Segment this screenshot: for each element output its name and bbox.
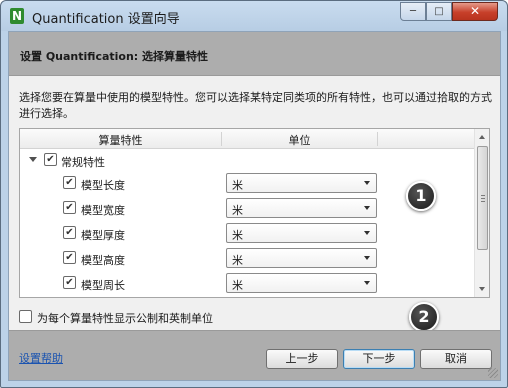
- unit-dropdown[interactable]: 米: [226, 198, 377, 218]
- unit-value: 米: [232, 279, 243, 292]
- collapse-triangle-icon[interactable]: [29, 157, 37, 162]
- row-checkbox[interactable]: [63, 176, 76, 189]
- vertical-scrollbar[interactable]: [474, 129, 489, 297]
- dropdown-arrow-icon: [364, 231, 370, 235]
- unit-dropdown[interactable]: 米: [226, 173, 377, 193]
- minimize-button[interactable]: ─: [400, 2, 426, 21]
- table-row: 模型周长 米: [20, 271, 475, 296]
- property-label: 模型宽度: [81, 204, 125, 217]
- group-label: 常规特性: [61, 156, 105, 169]
- dual-units-label[interactable]: 为每个算量特性显示公制和英制单位: [37, 310, 213, 326]
- grip-line: [481, 198, 485, 199]
- unit-dropdown[interactable]: 米: [226, 248, 377, 268]
- unit-dropdown[interactable]: 米: [226, 223, 377, 243]
- column-header-property[interactable]: 算量特性: [20, 132, 222, 147]
- row-checkbox[interactable]: [63, 276, 76, 289]
- cancel-button[interactable]: 取消: [420, 349, 492, 369]
- callout-badge-2: 2: [409, 302, 439, 332]
- property-label: 模型长度: [81, 179, 125, 192]
- grid-header: 算量特性 单位: [20, 129, 475, 149]
- instruction-text: 选择您要在算量中使用的模型特性。您可以选择某特定同类项的所有特性，也可以通过拾取…: [19, 91, 492, 120]
- wizard-window: N Quantification 设置向导 ─ □ ✕ 设置 Quantific…: [0, 0, 508, 388]
- unit-value: 米: [232, 254, 243, 267]
- unit-value: 米: [232, 204, 243, 217]
- table-row: 模型厚度 米: [20, 221, 475, 246]
- dropdown-arrow-icon: [364, 281, 370, 285]
- app-logo-icon: N: [10, 8, 24, 24]
- property-label: 模型周长: [81, 279, 125, 292]
- table-row: 模型高度 米: [20, 246, 475, 271]
- header-band: 设置 Quantification: 选择算量特性: [9, 32, 500, 76]
- wizard-client: 设置 Quantification: 选择算量特性 选择您要在算量中使用的模型特…: [8, 31, 501, 381]
- footer-band: 设置帮助 上一步 下一步 取消: [9, 330, 500, 380]
- next-button[interactable]: 下一步: [343, 349, 415, 369]
- resize-grip-icon[interactable]: [488, 368, 498, 378]
- scroll-up-icon[interactable]: [479, 135, 485, 139]
- group-row-general: 常规特性: [20, 149, 475, 171]
- maximize-icon: □: [434, 6, 444, 17]
- property-grid: 算量特性 单位 常规特性 模型长度 米 模型宽度 米: [19, 128, 490, 298]
- minimize-icon: ─: [409, 6, 417, 17]
- callout-badge-1: 1: [406, 181, 436, 211]
- row-checkbox[interactable]: [63, 251, 76, 264]
- dual-units-checkbox[interactable]: [19, 310, 32, 323]
- dropdown-arrow-icon: [364, 256, 370, 260]
- grip-line: [481, 201, 485, 202]
- unit-value: 米: [232, 179, 243, 192]
- close-button[interactable]: ✕: [452, 2, 498, 21]
- property-label: 模型高度: [81, 254, 125, 267]
- title-bar[interactable]: N Quantification 设置向导 ─ □ ✕: [1, 1, 507, 31]
- setup-help-link[interactable]: 设置帮助: [19, 350, 63, 366]
- dropdown-arrow-icon: [364, 206, 370, 210]
- window-title: Quantification 设置向导: [32, 12, 180, 27]
- unit-dropdown[interactable]: 米: [226, 273, 377, 293]
- scroll-thumb[interactable]: [477, 146, 488, 250]
- maximize-button[interactable]: □: [426, 2, 452, 21]
- property-label: 模型厚度: [81, 229, 125, 242]
- close-icon: ✕: [469, 4, 481, 18]
- scroll-down-icon[interactable]: [479, 287, 485, 291]
- grip-line: [481, 195, 485, 196]
- column-header-unit[interactable]: 单位: [222, 132, 378, 147]
- group-checkbox[interactable]: [44, 153, 57, 166]
- row-checkbox[interactable]: [63, 226, 76, 239]
- dropdown-arrow-icon: [364, 181, 370, 185]
- page-heading: 设置 Quantification: 选择算量特性: [20, 50, 209, 63]
- row-checkbox[interactable]: [63, 201, 76, 214]
- back-button[interactable]: 上一步: [266, 349, 338, 369]
- unit-value: 米: [232, 229, 243, 242]
